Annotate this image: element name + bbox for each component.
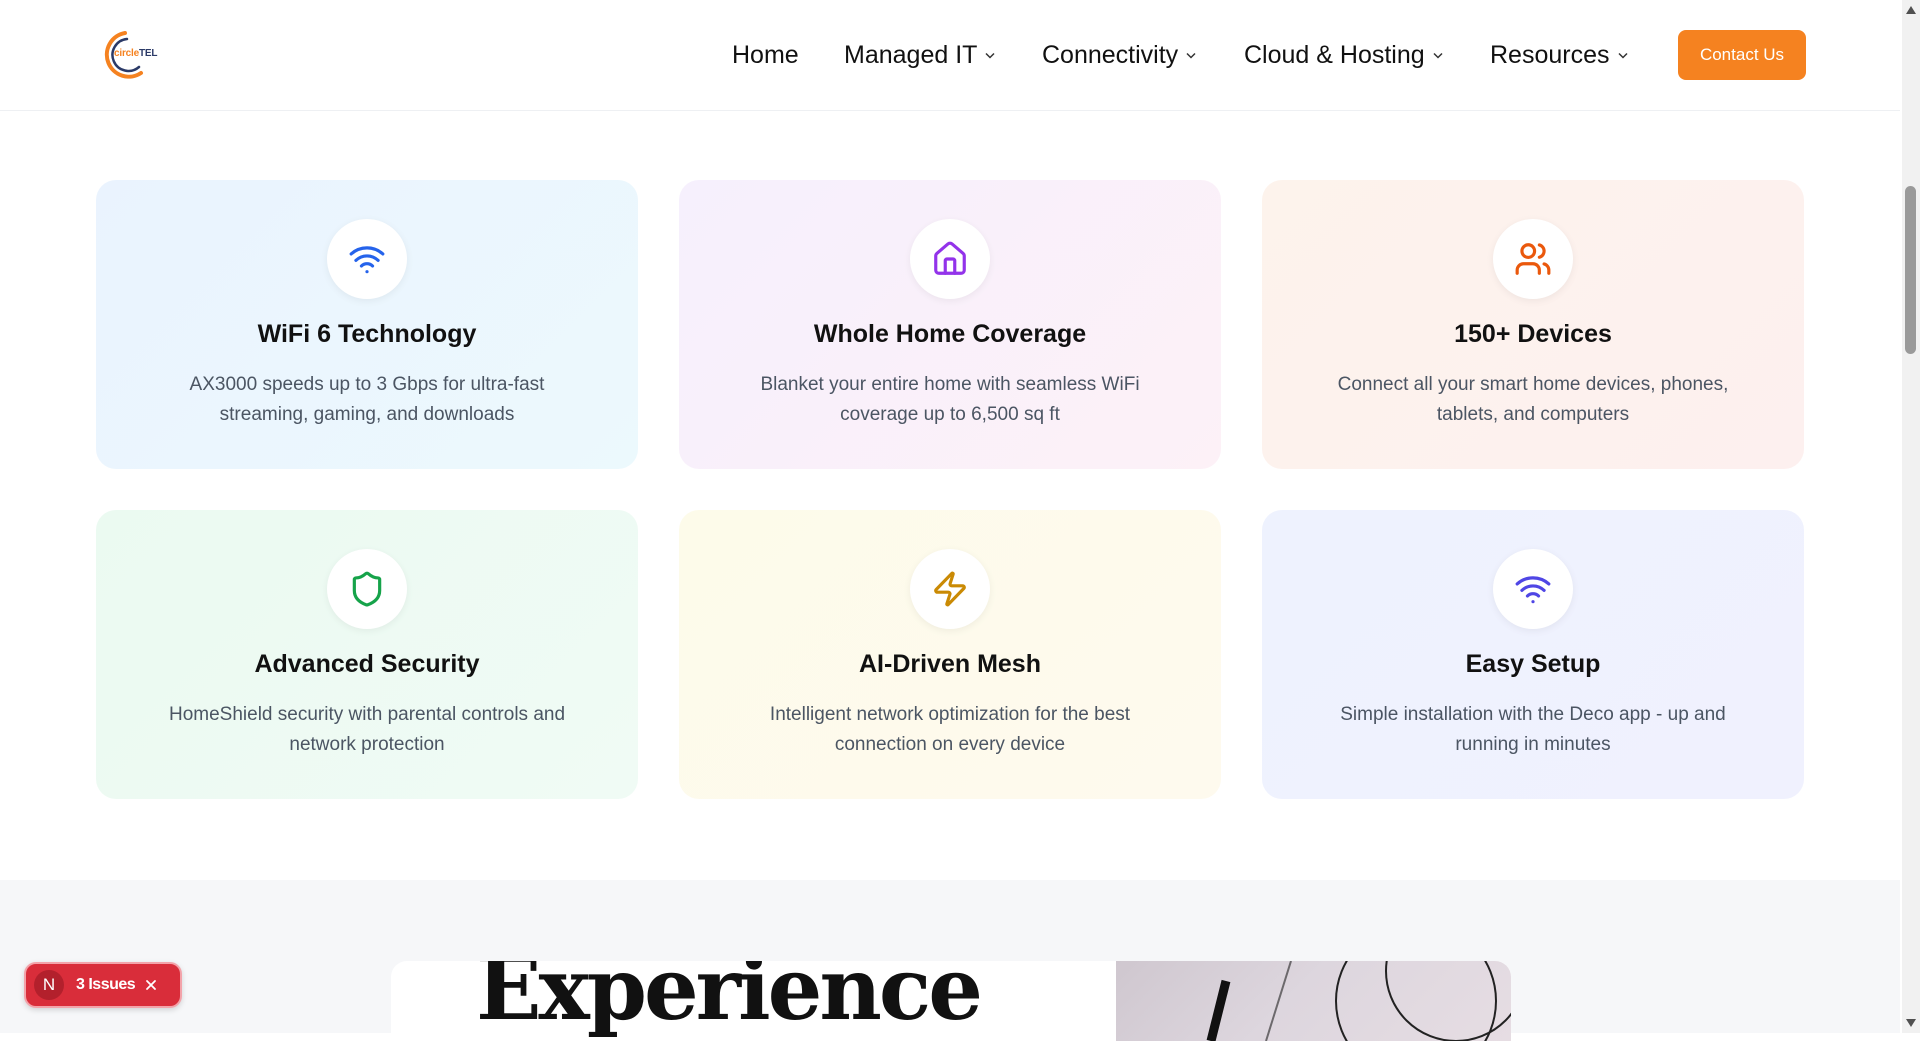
feature-description: Simple installation with the Deco app - … xyxy=(1340,704,1726,755)
feature-title: 150+ Devices xyxy=(1454,320,1612,348)
feature-title: Easy Setup xyxy=(1465,650,1601,678)
nav-label: Managed IT xyxy=(844,40,978,69)
nav-item-connectivity[interactable]: Connectivity xyxy=(1042,38,1196,72)
feature-description: Connect all your smart home devices, pho… xyxy=(1337,374,1729,425)
home-icon xyxy=(910,219,990,299)
nav-item-resources[interactable]: Resources xyxy=(1490,38,1628,72)
scroll-up-icon[interactable] xyxy=(1906,6,1916,14)
scroll-down-icon[interactable] xyxy=(1906,1019,1916,1027)
nav-label: Cloud & Hosting xyxy=(1244,40,1425,69)
brand-logo[interactable]: circleTEL xyxy=(97,27,167,79)
issues-count: 3 Issues xyxy=(76,976,136,993)
feature-title: Advanced Security xyxy=(254,650,480,678)
promo-banner: Experience xyxy=(391,961,1511,1041)
feature-title: Whole Home Coverage xyxy=(813,320,1087,348)
page-scrollbar[interactable] xyxy=(1902,0,1920,1033)
contact-us-button[interactable]: Contact Us xyxy=(1678,30,1806,80)
feature-card-devices: 150+ Devices Connect all your smart home… xyxy=(1262,180,1804,469)
feature-title: WiFi 6 Technology xyxy=(257,320,477,348)
feature-card-wifi6: WiFi 6 Technology AX3000 speeds up to 3 … xyxy=(96,180,638,469)
promo-headline: Experience xyxy=(476,961,983,1040)
chevron-down-icon xyxy=(1186,52,1196,59)
feature-card-coverage: Whole Home Coverage Blanket your entire … xyxy=(679,180,1221,469)
promo-image xyxy=(1116,961,1511,1041)
close-icon[interactable] xyxy=(145,979,157,991)
feature-card-setup: Easy Setup Simple installation with the … xyxy=(1262,510,1804,799)
feature-description: Intelligent network optimization for the… xyxy=(769,704,1131,755)
nav-item-cloud-hosting[interactable]: Cloud & Hosting xyxy=(1244,38,1443,72)
nav-item-managed-it[interactable]: Managed IT xyxy=(844,38,995,72)
issues-badge[interactable]: N 3 Issues xyxy=(24,962,182,1008)
chevron-down-icon xyxy=(1433,52,1443,59)
scrollbar-thumb[interactable] xyxy=(1905,186,1916,354)
chevron-down-icon xyxy=(985,52,995,59)
feature-card-security: Advanced Security HomeShield security wi… xyxy=(96,510,638,799)
nav-item-home[interactable]: Home xyxy=(732,38,799,72)
chevron-down-icon xyxy=(1617,52,1628,59)
nav-label: Home xyxy=(732,40,799,69)
logo-wordmark: circleTEL xyxy=(114,48,158,59)
site-header: circleTEL Home Managed IT Connectivity C… xyxy=(0,0,1900,111)
nav-label: Connectivity xyxy=(1042,40,1179,69)
lightning-icon xyxy=(910,549,990,629)
feature-card-mesh: AI-Driven Mesh Intelligent network optim… xyxy=(679,510,1221,799)
wifi-icon xyxy=(1493,549,1573,629)
feature-description: Blanket your entire home with seamless W… xyxy=(760,374,1140,425)
shield-icon xyxy=(327,549,407,629)
users-icon xyxy=(1493,219,1573,299)
next-logo-icon: N xyxy=(34,970,64,1000)
feature-title: AI-Driven Mesh xyxy=(859,650,1041,678)
feature-description: HomeShield security with parental contro… xyxy=(168,704,566,755)
nav-label: Resources xyxy=(1490,40,1610,69)
wifi-icon xyxy=(327,219,407,299)
feature-description: AX3000 speeds up to 3 Gbps for ultra-fas… xyxy=(189,374,545,425)
experience-section: Experience xyxy=(0,880,1900,1041)
